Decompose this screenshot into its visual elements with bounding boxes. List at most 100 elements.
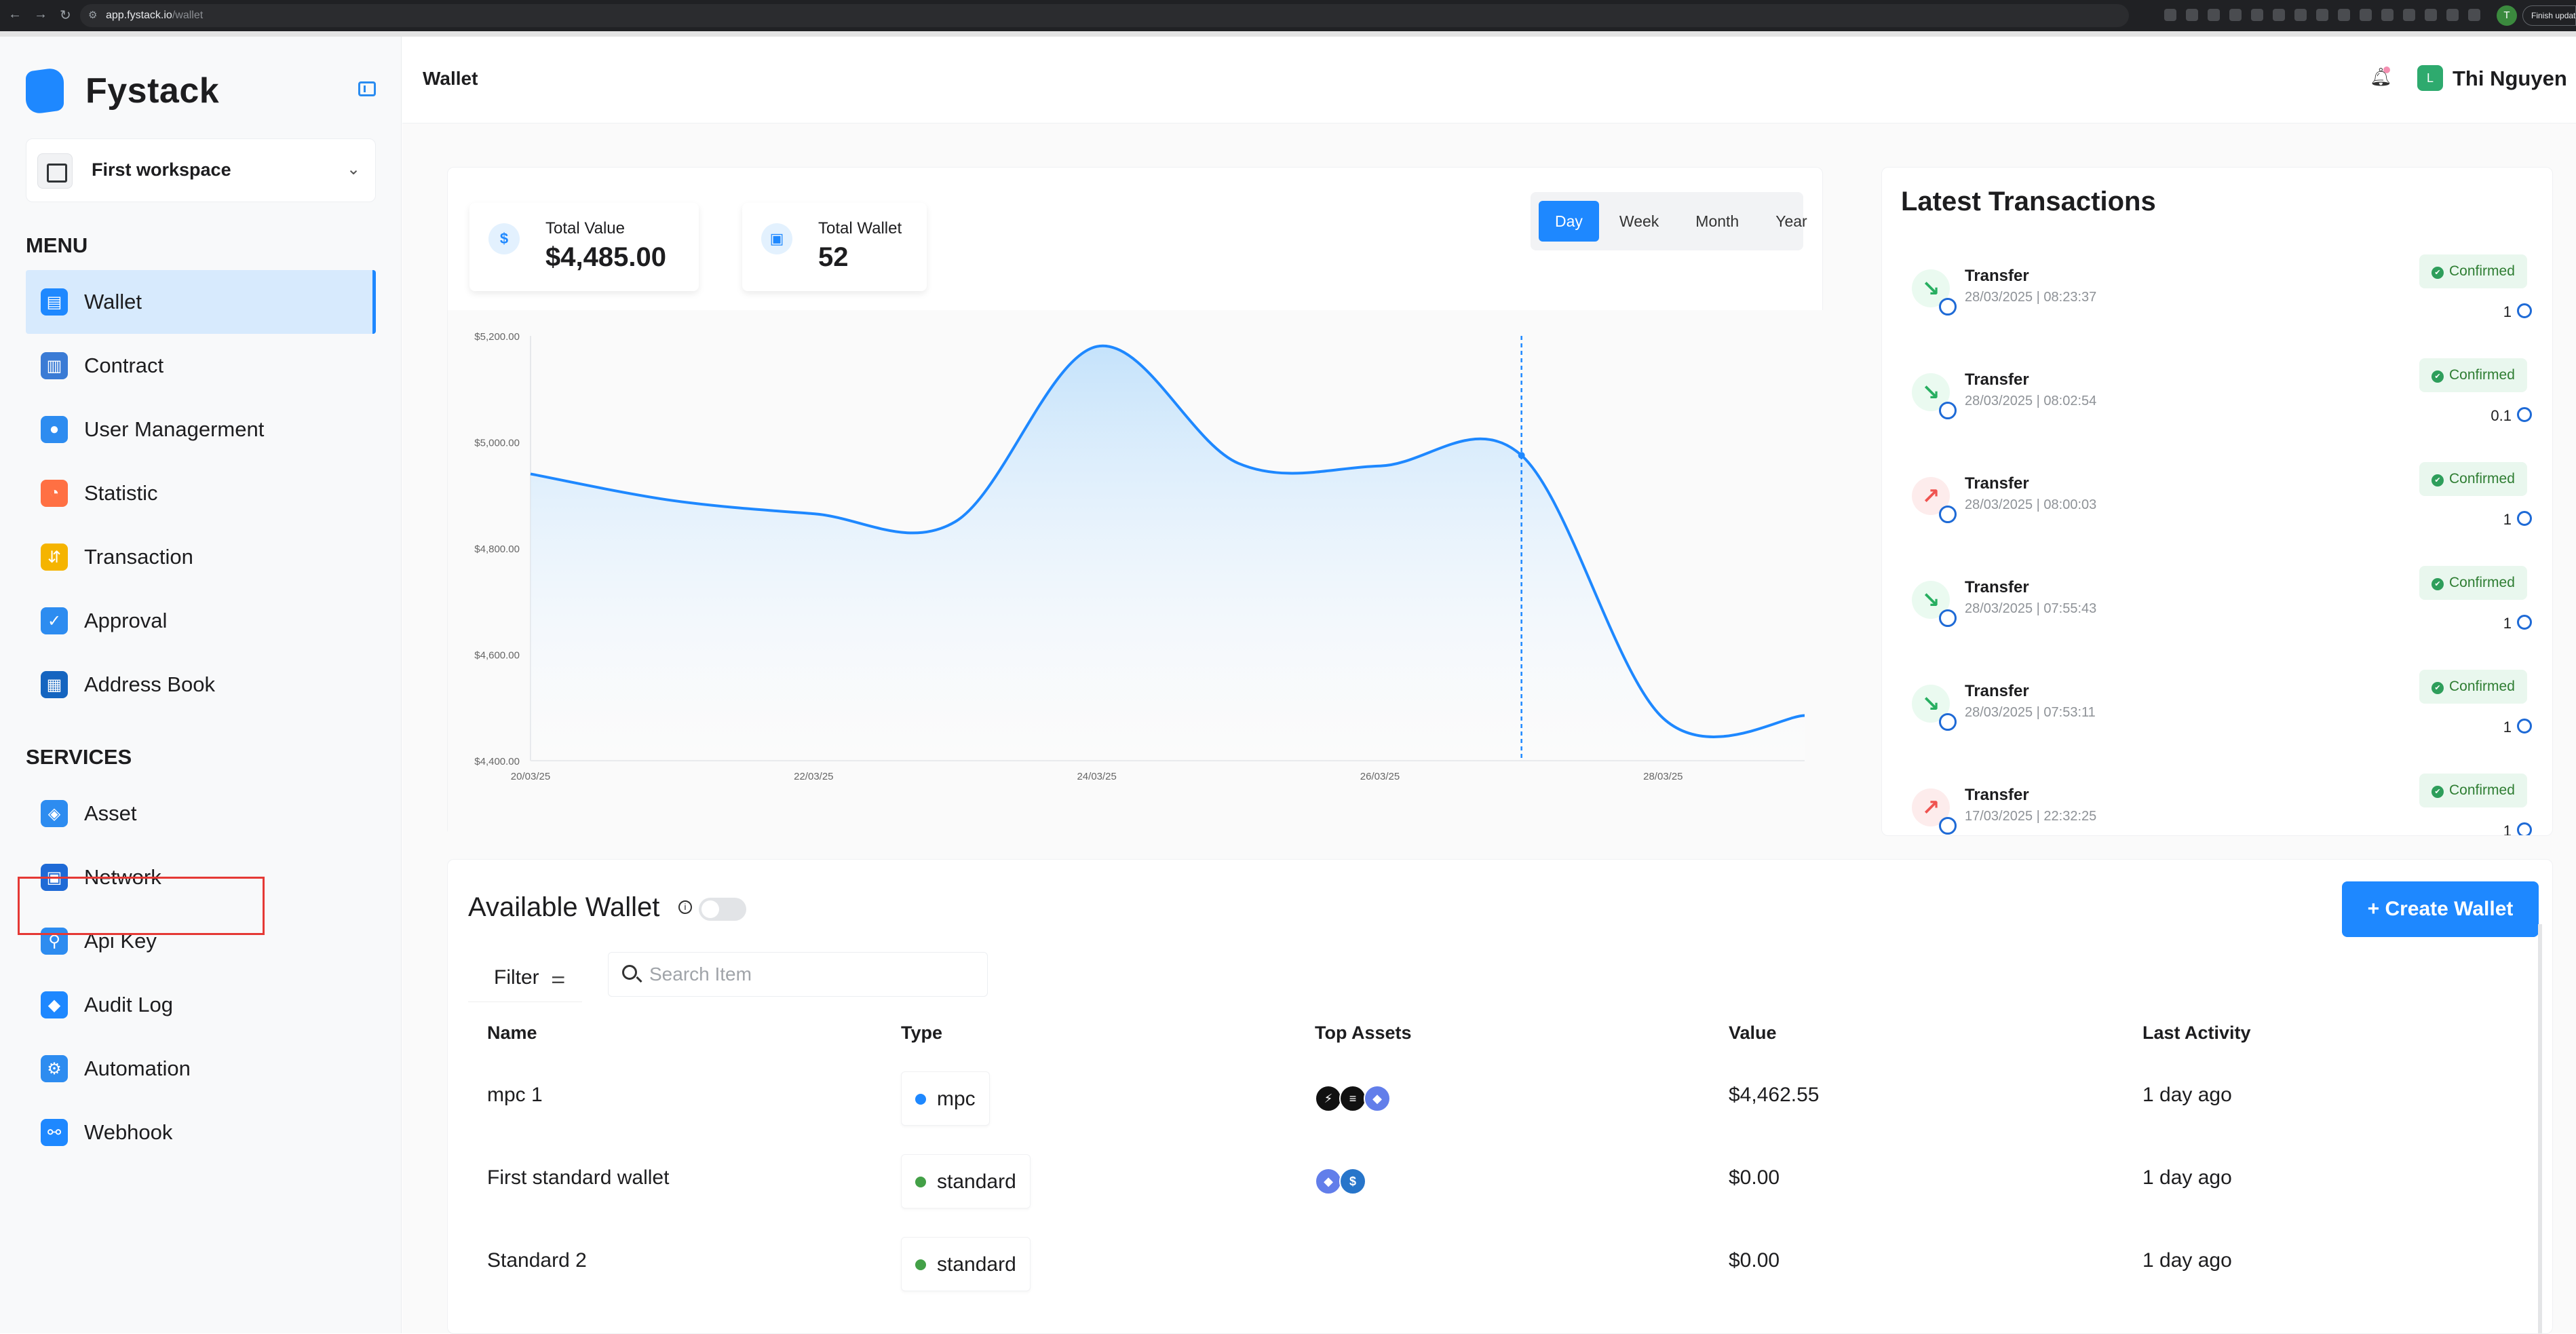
total-value-card: $ Total Value $4,485.00	[469, 203, 699, 291]
sidebar-item-asset[interactable]: ◈ Asset	[26, 782, 376, 845]
list-item[interactable]: ↘Transfer28/03/2025 | 07:53:11Confirmed1	[1882, 663, 2552, 767]
sidebar-item-wallet[interactable]: ▤ Wallet	[26, 270, 376, 334]
coin-badge-icon	[1939, 402, 1957, 419]
sidebar-item-label: Webhook	[84, 1120, 173, 1144]
available-wallet-card: Available Wallet i + Create Wallet Filte…	[447, 859, 2553, 1334]
list-item[interactable]: ↗Transfer17/03/2025 | 22:32:25Confirmed1	[1882, 767, 2552, 835]
create-wallet-button[interactable]: + Create Wallet	[2342, 881, 2539, 937]
wallet-toggle[interactable]	[699, 898, 746, 921]
sidebar-item-address-book[interactable]: ▦ Address Book	[26, 653, 376, 717]
extension-icon[interactable]	[2425, 9, 2437, 21]
list-item[interactable]: ↗Transfer28/03/2025 | 08:00:03Confirmed1	[1882, 455, 2552, 559]
column-header-top-assets[interactable]: Top Assets	[1315, 1023, 1412, 1044]
y-tick-label: $4,800.00	[474, 544, 520, 555]
url-path: /wallet	[172, 9, 204, 21]
table-row[interactable]: First standard wallet standard ◆ $ $0.00 1 da…	[468, 1141, 2533, 1223]
extension-icon[interactable]	[2208, 9, 2220, 21]
y-tick-label: $4,400.00	[474, 756, 520, 767]
transaction-time: 28/03/2025 | 07:53:11	[1965, 705, 2096, 720]
sliders-icon[interactable]: ⚌	[551, 968, 566, 988]
column-header-type[interactable]: Type	[901, 1023, 942, 1044]
sidebar-item-label: Statistic	[84, 481, 158, 505]
transaction-amount: 1	[2503, 719, 2512, 736]
range-year-button[interactable]: Year	[1759, 201, 1823, 242]
column-header-value[interactable]: Value	[1729, 1023, 1777, 1044]
info-icon[interactable]: i	[678, 900, 692, 914]
sidebar-collapse-icon[interactable]	[358, 81, 376, 96]
range-month-button[interactable]: Month	[1679, 201, 1755, 242]
search-input[interactable]	[649, 959, 975, 989]
avatar[interactable]: L	[2417, 65, 2443, 91]
user-name[interactable]: Thi Nguyen	[2453, 66, 2567, 91]
back-icon[interactable]: ←	[8, 7, 22, 24]
extension-icon[interactable]	[2186, 9, 2198, 21]
sidebar-item-transaction[interactable]: ⇵ Transaction	[26, 525, 376, 589]
extension-icon[interactable]	[2403, 9, 2415, 21]
extension-icon[interactable]	[2294, 9, 2307, 21]
range-week-button[interactable]: Week	[1603, 201, 1675, 242]
sidebar-item-statistic[interactable]: ◔ Statistic	[26, 461, 376, 525]
coin-badge-icon	[1939, 298, 1957, 316]
sidebar-item-approval[interactable]: ✓ Approval	[26, 589, 376, 653]
wallet-last-activity: 1 day ago	[2142, 1084, 2232, 1106]
table-scrollbar[interactable]	[2538, 924, 2542, 1333]
extension-icon[interactable]	[2273, 9, 2285, 21]
table-row[interactable]: mpc 1 mpc ⚡︎ ≡ ◆ $4,462.55 1 day ago	[468, 1058, 2533, 1141]
brand-logo[interactable]: Fystack	[26, 66, 219, 115]
browser-profile-avatar[interactable]: T	[2497, 5, 2517, 26]
workspace-selector[interactable]: First workspace ⌄	[26, 138, 376, 202]
total-wallet-label: Total Wallet	[818, 219, 902, 237]
address-bar[interactable]: ⚙ app.fystack.io/wallet	[80, 4, 2129, 27]
extension-icon[interactable]	[2164, 9, 2176, 21]
extension-icon[interactable]	[2338, 9, 2350, 21]
status-badge: Confirmed	[2419, 254, 2527, 288]
column-header-last-activity[interactable]: Last Activity	[2142, 1023, 2251, 1044]
extension-icon[interactable]	[2446, 9, 2459, 21]
ethereum-icon: ◆	[1364, 1085, 1391, 1112]
sidebar-item-label: Audit Log	[84, 993, 173, 1016]
dollar-icon: $	[488, 223, 520, 254]
top-assets: ◆ $	[1315, 1168, 1366, 1195]
status-badge: Confirmed	[2419, 358, 2527, 392]
portfolio-chart-card: $ Total Value $4,485.00 ▣ Total Wallet 5…	[447, 167, 1824, 837]
transaction-time: 28/03/2025 | 08:02:54	[1965, 394, 2097, 408]
range-day-button[interactable]: Day	[1539, 201, 1599, 242]
list-item[interactable]: ↘Transfer28/03/2025 | 08:02:54Confirmed0…	[1882, 351, 2552, 455]
reload-icon[interactable]: ↻	[60, 7, 71, 24]
status-badge: Confirmed	[2419, 566, 2527, 600]
extension-icon[interactable]	[2229, 9, 2242, 21]
transaction-icon: ⇵	[41, 544, 68, 571]
total-wallet: 52	[818, 242, 849, 272]
list-item[interactable]: ↘Transfer28/03/2025 | 08:23:37Confirmed1	[1882, 248, 2552, 351]
sidebar-item-label: Automation	[84, 1056, 191, 1080]
finish-update-button[interactable]: Finish update	[2522, 5, 2576, 26]
coin-badge-icon	[1939, 609, 1957, 627]
calendar-icon	[37, 153, 73, 189]
sidebar-item-label: Asset	[84, 801, 137, 825]
column-header-name[interactable]: Name	[487, 1023, 537, 1044]
audit-log-icon: ◆	[41, 991, 68, 1018]
extension-icon[interactable]	[2468, 9, 2480, 21]
transaction-amount: 1	[2503, 511, 2512, 528]
sidebar-item-audit-log[interactable]: ◆ Audit Log	[26, 973, 376, 1037]
sidebar-item-automation[interactable]: ⚙ Automation	[26, 1037, 376, 1101]
site-info-icon[interactable]: ⚙	[88, 4, 97, 27]
transaction-type: Transfer	[1965, 267, 2029, 285]
sidebar-item-user-managerment[interactable]: ● User Managerment	[26, 398, 376, 461]
sidebar-item-label: Contract	[84, 354, 164, 377]
wallet-value: $4,462.55	[1729, 1084, 1820, 1106]
forward-icon[interactable]: →	[34, 7, 47, 24]
extension-icon[interactable]	[2360, 9, 2372, 21]
sidebar-item-contract[interactable]: ▥ Contract	[26, 334, 376, 398]
latest-transactions-card: Latest Transactions ↘ Transfer 28/03/2025 …	[1881, 167, 2553, 836]
total-value-label: Total Value	[545, 219, 625, 237]
table-row[interactable]: Standard 2 standard $0.00 1 day ago	[468, 1223, 2533, 1306]
extension-icon[interactable]	[2381, 9, 2394, 21]
transaction-time: 17/03/2025 | 22:32:25	[1965, 809, 2097, 824]
webhook-icon: ⚯	[41, 1119, 68, 1146]
list-item[interactable]: ↘Transfer28/03/2025 | 07:55:43Confirmed1	[1882, 559, 2552, 663]
extension-icon[interactable]	[2316, 9, 2328, 21]
extension-icon[interactable]	[2251, 9, 2263, 21]
coin-badge-icon	[1939, 506, 1957, 523]
sidebar-item-webhook[interactable]: ⚯ Webhook	[26, 1101, 376, 1164]
